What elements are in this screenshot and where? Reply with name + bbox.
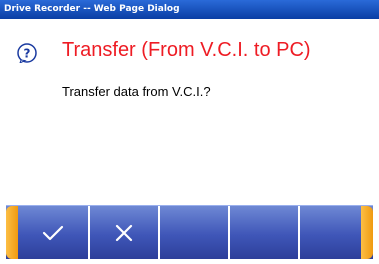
toolbar-left-cap	[6, 206, 18, 259]
cross-icon	[115, 224, 133, 241]
dialog-title: Transfer (From V.C.I. to PC)	[62, 39, 311, 61]
question-icon: ?	[17, 43, 37, 63]
toolbar-button-4[interactable]	[228, 206, 298, 259]
checkmark-icon	[42, 225, 64, 240]
window-titlebar: Drive Recorder -- Web Page Dialog	[0, 0, 379, 19]
toolbar-right-cap	[361, 206, 373, 259]
svg-text:?: ?	[24, 47, 31, 61]
cancel-button[interactable]	[88, 206, 158, 259]
toolbar-button-5[interactable]	[298, 206, 361, 259]
toolbar-button-3[interactable]	[158, 206, 228, 259]
confirm-button[interactable]	[18, 206, 88, 259]
bottom-toolbar	[6, 205, 373, 259]
dialog-message: Transfer data from V.C.I.?	[62, 84, 211, 99]
